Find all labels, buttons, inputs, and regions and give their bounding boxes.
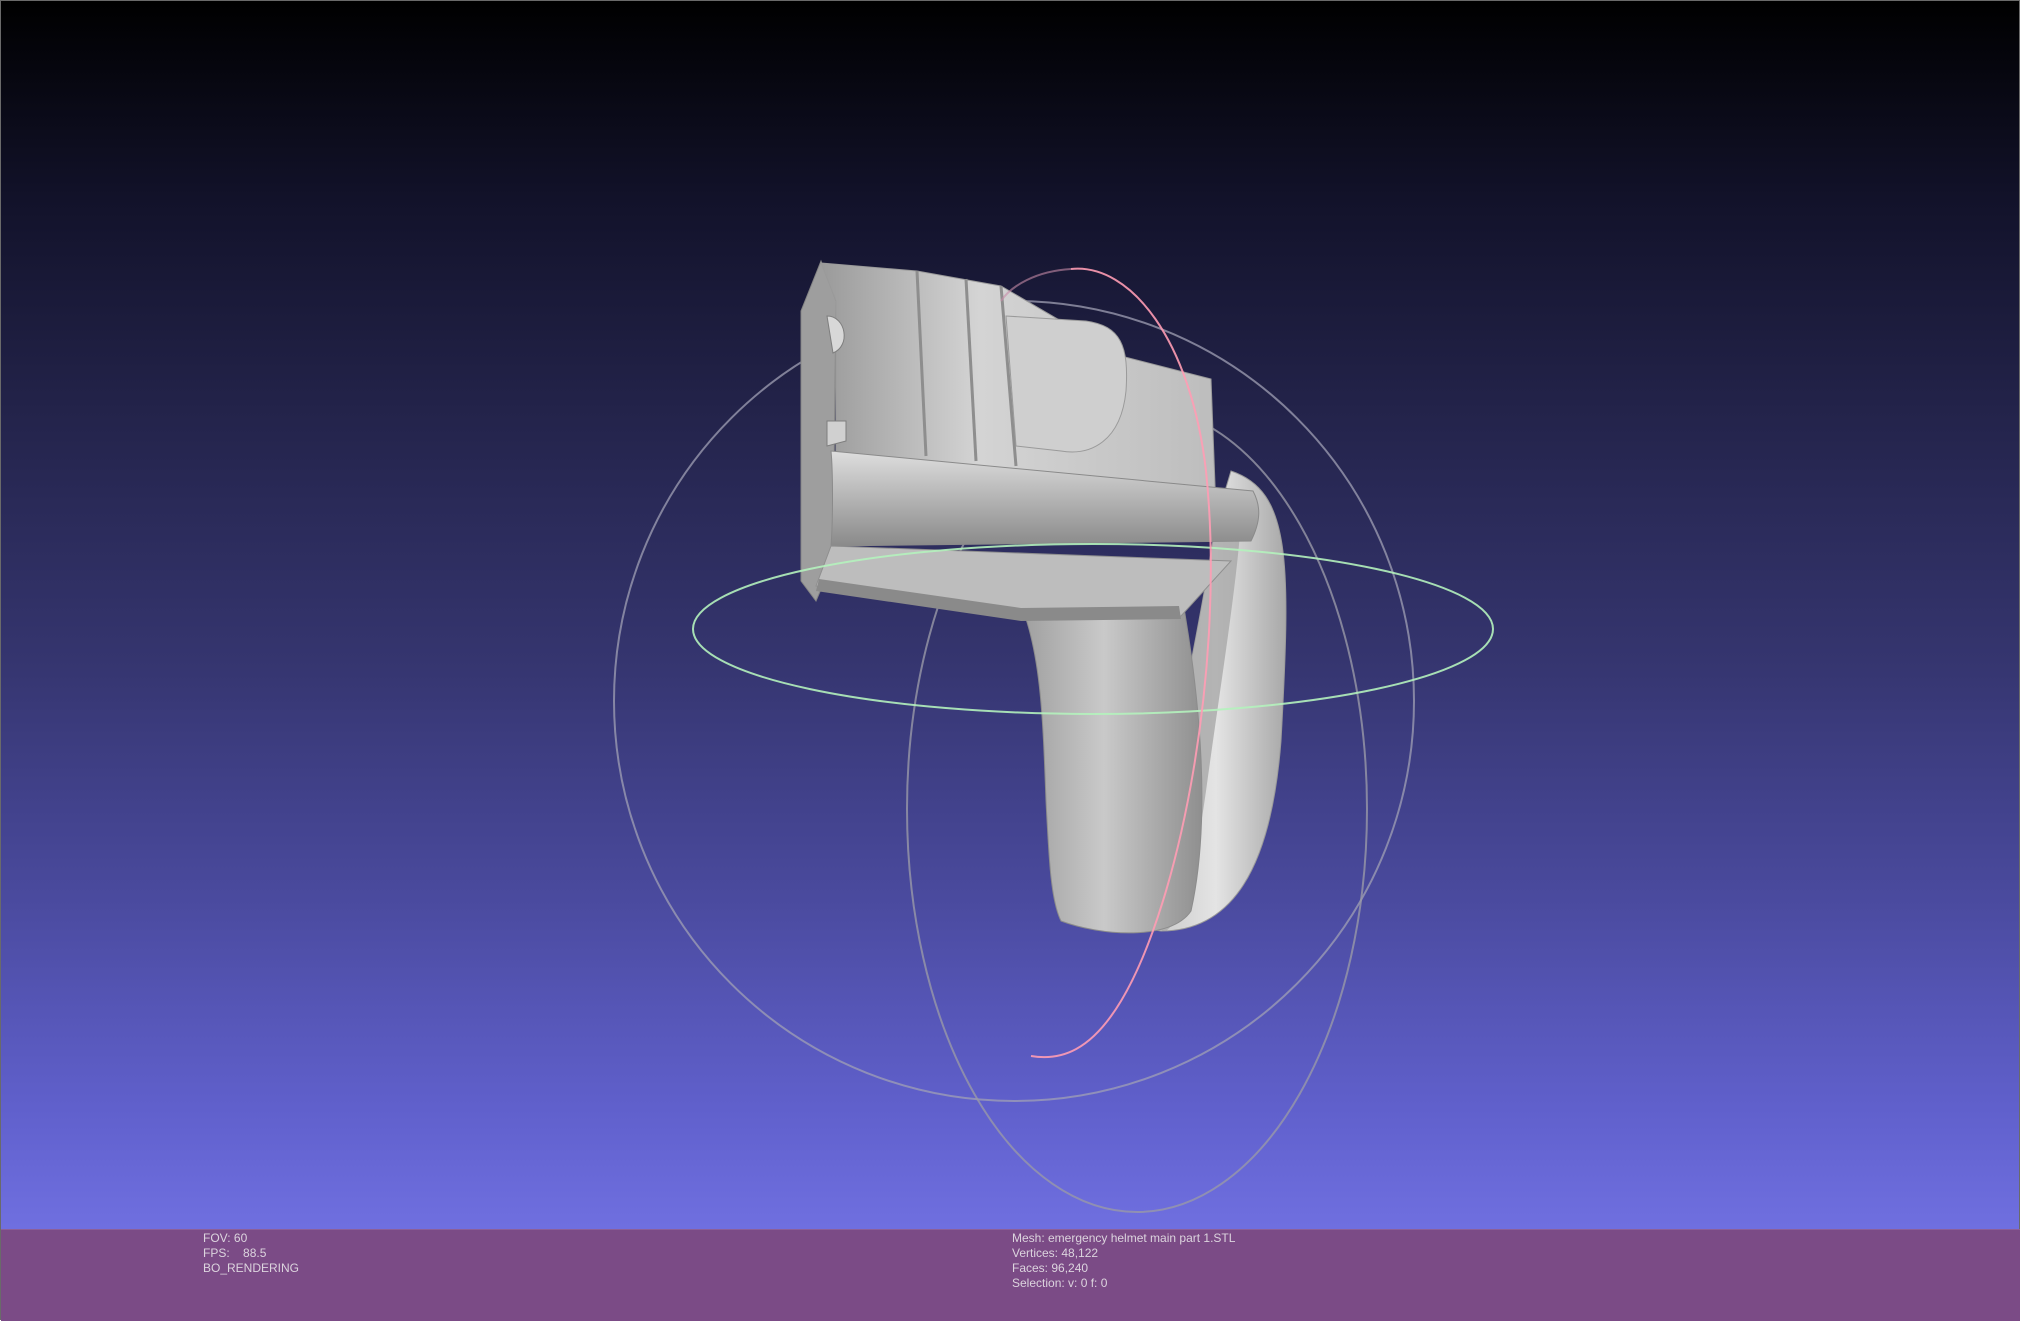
3d-viewport[interactable]: FOV: 60 FPS: 88.5 BO_RENDERING Mesh: eme… — [0, 0, 2020, 1321]
scene-canvas[interactable] — [1, 1, 2020, 1229]
3d-mesh-model[interactable] — [800, 259, 1287, 934]
mesh-rounded-bump — [1005, 315, 1128, 453]
status-bar — [1, 1229, 2020, 1321]
selection-readout: Selection: v: 0 f: 0 — [1012, 1276, 1108, 1290]
faces-readout: Faces: 96,240 — [1012, 1261, 1089, 1275]
mesh-name-readout: Mesh: emergency helmet main part 1.STL — [1012, 1231, 1236, 1245]
mesh-notch-lower — [826, 420, 847, 447]
vertices-readout: Vertices: 48,122 — [1012, 1246, 1099, 1260]
fps-label: FPS: — [203, 1246, 230, 1260]
mesh-info-panel: Mesh: emergency helmet main part 1.STL V… — [1012, 1231, 1235, 1291]
render-mode-readout: BO_RENDERING — [203, 1261, 300, 1275]
fov-readout: FOV: 60 — [203, 1231, 248, 1245]
viewport-info-panel: FOV: 60 FPS: 88.5 BO_RENDERING — [203, 1231, 299, 1276]
fps-value: 88.5 — [243, 1246, 267, 1260]
fps-readout: FPS: 88.5 — [203, 1246, 299, 1261]
mesh-grip — [1023, 590, 1203, 934]
